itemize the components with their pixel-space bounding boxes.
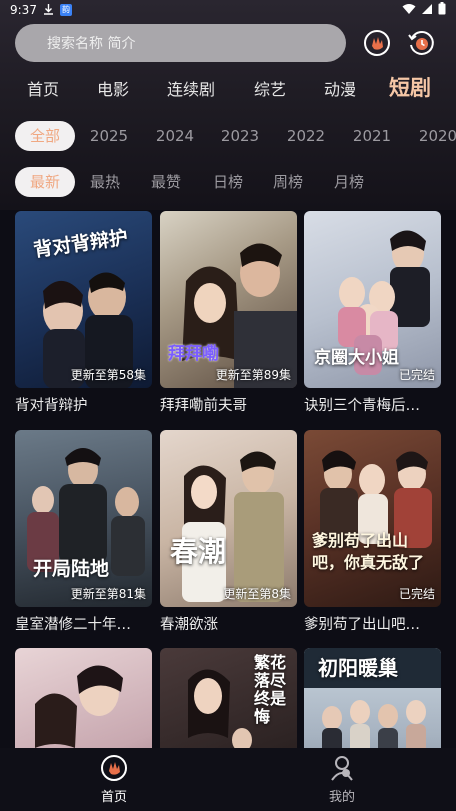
episode-status: 更新至第81集 [70, 587, 146, 601]
bottom-nav-home-label: 首页 [100, 790, 127, 805]
profile-icon [328, 754, 356, 782]
tab-anime[interactable]: 动漫 [324, 76, 356, 100]
year-filter-row: 全部 2025 2024 2023 2022 2021 2020 [0, 121, 456, 153]
drama-poster[interactable]: 春潮 更新至第8集 [160, 430, 297, 607]
hand-gesture-icon[interactable] [361, 27, 393, 59]
year-chip-2024[interactable]: 2024 [147, 121, 203, 151]
sort-chip-weekly[interactable]: 周榜 [263, 167, 313, 197]
drama-card[interactable]: 初阳暖巢 [304, 648, 441, 748]
drama-grid: 背对背辩护 更新至第58集 背对背辩护 拜拜嘞 更新至第89集 拜拜嘞前夫哥 京… [15, 211, 441, 748]
drama-card[interactable]: 爹别苟了出山吧，你真无敌了 已完结 爹别苟了出山吧… [304, 430, 441, 634]
drama-title[interactable]: 背对背辩护 [15, 394, 152, 415]
tab-home[interactable]: 首页 [27, 76, 59, 100]
episode-status: 更新至第8集 [223, 587, 291, 601]
drama-poster[interactable]: 京圈大小姐 已完结 [304, 211, 441, 388]
search-row: 搜索名称 简介 [15, 24, 441, 62]
bottom-nav-home[interactable]: 首页 [74, 754, 154, 805]
drama-poster[interactable]: 拜拜嘞 更新至第89集 [160, 211, 297, 388]
year-chip-2021[interactable]: 2021 [344, 121, 400, 151]
drama-card[interactable]: 春潮 更新至第8集 春潮欲涨 [160, 430, 297, 634]
sort-chip-monthly[interactable]: 月榜 [324, 167, 374, 197]
signal-icon [421, 3, 433, 18]
episode-status: 更新至第58集 [70, 368, 146, 382]
drama-card[interactable]: 繁花落尽终是悔 [160, 648, 297, 748]
tab-series[interactable]: 连续剧 [167, 76, 215, 100]
drama-card[interactable]: 拜拜嘞 更新至第89集 拜拜嘞前夫哥 [160, 211, 297, 415]
sort-chip-latest[interactable]: 最新 [15, 167, 75, 197]
app-notification-icon: 韵 [59, 4, 72, 16]
sort-chip-most-liked[interactable]: 最赞 [141, 167, 191, 197]
poster-title-art: 春潮 [170, 535, 227, 568]
search-placeholder: 搜索名称 简介 [47, 36, 136, 52]
poster-figures-image [320, 450, 432, 548]
drama-title[interactable]: 爹别苟了出山吧… [304, 613, 441, 634]
bottom-nav-profile-label: 我的 [328, 790, 355, 805]
year-chip-2022[interactable]: 2022 [278, 121, 334, 151]
drama-poster[interactable]: 初阳暖巢 [304, 648, 441, 748]
drama-title[interactable]: 诀别三个青梅后… [304, 394, 441, 415]
search-input[interactable]: 搜索名称 简介 [15, 24, 346, 62]
poster-title-art: 爹别苟了出山吧，你真无敌了 [312, 531, 425, 572]
drama-poster[interactable]: 爹别苟了出山吧，你真无敌了 已完结 [304, 430, 441, 607]
download-icon [43, 3, 54, 18]
poster-title-art: 拜拜嘞 [168, 344, 219, 364]
poster-figures-image [35, 665, 123, 748]
drama-poster[interactable]: 繁花落尽终是悔 [160, 648, 297, 748]
year-chip-2025[interactable]: 2025 [81, 121, 137, 151]
poster-title-art: 开局陆地 [33, 558, 110, 580]
battery-icon [438, 2, 446, 18]
sort-filter-row: 最新 最热 最赞 日榜 周榜 月榜 [0, 167, 456, 199]
history-icon[interactable] [405, 27, 437, 59]
drama-card[interactable]: 开局陆地 更新至第81集 皇室潜修二十年… [15, 430, 152, 634]
bottom-navigation: 首页 我的 [0, 748, 456, 811]
year-chip-2020[interactable]: 2020 [410, 121, 456, 151]
drama-card[interactable] [15, 648, 152, 748]
bottom-nav-profile[interactable]: 我的 [302, 754, 382, 805]
episode-status: 已完结 [398, 368, 435, 382]
home-icon [100, 754, 128, 782]
episode-status: 已完结 [398, 587, 435, 601]
poster-title-art: 繁花落尽终是悔 [254, 653, 287, 726]
category-tabs: 首页 电影 连续剧 综艺 动漫 短剧 [0, 66, 456, 106]
poster-title-art: 初阳暖巢 [318, 656, 398, 680]
sort-chip-hottest[interactable]: 最热 [80, 167, 130, 197]
drama-title[interactable]: 春潮欲涨 [160, 613, 297, 634]
tab-variety[interactable]: 综艺 [254, 76, 286, 100]
drama-poster[interactable]: 背对背辩护 更新至第58集 [15, 211, 152, 388]
status-time: 9:37 [10, 3, 37, 17]
drama-poster[interactable] [15, 648, 152, 748]
poster-figures-image [182, 451, 284, 602]
drama-title[interactable]: 皇室潜修二十年… [15, 613, 152, 634]
tab-movies[interactable]: 电影 [97, 76, 129, 100]
drama-card[interactable]: 京圈大小姐 已完结 诀别三个青梅后… [304, 211, 441, 415]
poster-title-art: 京圈大小姐 [314, 348, 399, 368]
drama-card[interactable]: 背对背辩护 更新至第58集 背对背辩护 [15, 211, 152, 415]
drama-poster[interactable]: 开局陆地 更新至第81集 [15, 430, 152, 607]
tab-short-drama[interactable]: 短剧 [389, 72, 431, 102]
episode-status: 更新至第89集 [215, 368, 291, 382]
wifi-icon [402, 3, 416, 18]
status-bar: 9:37 韵 [0, 0, 456, 20]
year-chip-2023[interactable]: 2023 [212, 121, 268, 151]
drama-title[interactable]: 拜拜嘞前夫哥 [160, 394, 297, 415]
sort-chip-daily[interactable]: 日榜 [203, 167, 253, 197]
year-chip-all[interactable]: 全部 [15, 121, 75, 151]
